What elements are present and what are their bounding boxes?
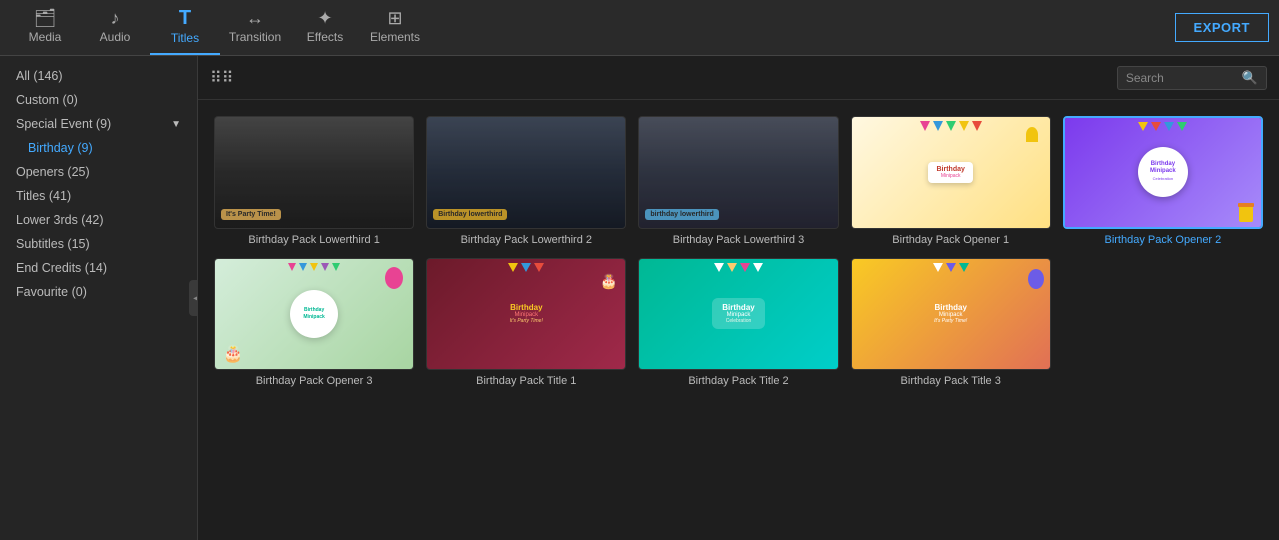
thumbnail-title2: Birthday Minipack Celebration — [638, 258, 838, 371]
grid-item-title1[interactable]: Birthday Minipack It's Party Time! 🎂 Bir… — [426, 258, 626, 388]
transition-icon: ↔ — [246, 9, 264, 27]
sidebar-item-special-event[interactable]: Special Event (9) ▼ — [0, 112, 197, 136]
grid-item-lowerthird3[interactable]: birthday lowerthird Birthday Pack Lowert… — [638, 116, 838, 246]
top-navigation: 🗂 Media ♪ Audio T Titles ↔ Transition ✦ … — [0, 0, 1279, 56]
nav-elements[interactable]: ⊞ Elements — [360, 0, 430, 55]
grid-item-opener2[interactable]: BirthdayMinipackCelebration Birthday Pac… — [1063, 116, 1263, 246]
nav-transition[interactable]: ↔ Transition — [220, 0, 290, 55]
sidebar-item-endcredits[interactable]: End Credits (14) — [0, 256, 197, 280]
chevron-down-icon: ▼ — [171, 119, 181, 130]
content-grid: It's Party Time! Birthday Pack Lowerthir… — [198, 100, 1279, 403]
thumbnail-title1: Birthday Minipack It's Party Time! 🎂 — [426, 258, 626, 371]
grid-item-label-opener2: Birthday Pack Opener 2 — [1063, 234, 1263, 246]
grid-item-label-lowerthird2: Birthday Pack Lowerthird 2 — [426, 234, 626, 246]
nav-audio[interactable]: ♪ Audio — [80, 0, 150, 55]
nav-effects[interactable]: ✦ Effects — [290, 0, 360, 55]
content-area: ⠿⠿ 🔍 It's Party Time! Birthday Pack Lowe… — [198, 56, 1279, 540]
thumbnail-lowerthird2: Birthday lowerthird — [426, 116, 626, 229]
thumbnail-lowerthird3: birthday lowerthird — [638, 116, 838, 229]
export-button[interactable]: EXPORT — [1175, 13, 1269, 42]
nav-titles-label: Titles — [171, 31, 199, 45]
sidebar: All (146) Custom (0) Special Event (9) ▼… — [0, 56, 198, 540]
grid-item-label-opener1: Birthday Pack Opener 1 — [851, 234, 1051, 246]
nav-media-label: Media — [29, 30, 62, 44]
grid-item-label-lowerthird1: Birthday Pack Lowerthird 1 — [214, 234, 414, 246]
main-area: All (146) Custom (0) Special Event (9) ▼… — [0, 56, 1279, 540]
search-icon: 🔍 — [1242, 70, 1258, 86]
sidebar-item-birthday[interactable]: Birthday (9) — [0, 136, 197, 160]
grid-item-label-opener3: Birthday Pack Opener 3 — [214, 375, 414, 387]
nav-media[interactable]: 🗂 Media — [10, 0, 80, 55]
grid-view-button[interactable]: ⠿⠿ — [210, 68, 233, 88]
grid-item-title3[interactable]: Birthday Minipack It's Party Time! Birth… — [851, 258, 1051, 388]
nav-elements-label: Elements — [370, 30, 420, 44]
sidebar-item-custom[interactable]: Custom (0) — [0, 88, 197, 112]
grid-item-label-lowerthird3: Birthday Pack Lowerthird 3 — [638, 234, 838, 246]
media-icon: 🗂 — [34, 9, 57, 27]
thumbnail-title3: Birthday Minipack It's Party Time! — [851, 258, 1051, 371]
content-toolbar: ⠿⠿ 🔍 — [198, 56, 1279, 100]
grid-item-label-title2: Birthday Pack Title 2 — [638, 375, 838, 387]
thumbnail-lowerthird1: It's Party Time! — [214, 116, 414, 229]
sidebar-collapse-handle[interactable]: ◀ — [189, 280, 198, 316]
elements-icon: ⊞ — [387, 9, 402, 27]
sidebar-item-subtitles[interactable]: Subtitles (15) — [0, 232, 197, 256]
grid-item-lowerthird2[interactable]: Birthday lowerthird Birthday Pack Lowert… — [426, 116, 626, 246]
thumbnail-opener2: BirthdayMinipackCelebration — [1063, 116, 1263, 229]
audio-icon: ♪ — [111, 9, 120, 27]
nav-transition-label: Transition — [229, 30, 281, 44]
sidebar-item-openers[interactable]: Openers (25) — [0, 160, 197, 184]
grid-item-lowerthird1[interactable]: It's Party Time! Birthday Pack Lowerthir… — [214, 116, 414, 246]
thumbnail-opener3: BirthdayMinipack 🎂 — [214, 258, 414, 371]
sidebar-item-all[interactable]: All (146) — [0, 64, 197, 88]
search-box: 🔍 — [1117, 66, 1267, 90]
effects-icon: ✦ — [317, 9, 332, 27]
grid-item-label-title1: Birthday Pack Title 1 — [426, 375, 626, 387]
search-input[interactable] — [1126, 71, 1236, 85]
grid-item-label-title3: Birthday Pack Title 3 — [851, 375, 1051, 387]
grid-item-opener3[interactable]: BirthdayMinipack 🎂 Birthday Pack Opener … — [214, 258, 414, 388]
grid-item-opener1[interactable]: Birthday Minipack Birthday Pack Opener 1 — [851, 116, 1051, 246]
nav-effects-label: Effects — [307, 30, 343, 44]
thumbnail-opener1: Birthday Minipack — [851, 116, 1051, 229]
titles-icon: T — [179, 8, 191, 28]
nav-titles[interactable]: T Titles — [150, 0, 220, 55]
sidebar-item-lower3rds[interactable]: Lower 3rds (42) — [0, 208, 197, 232]
sidebar-item-favourite[interactable]: Favourite (0) — [0, 280, 197, 304]
grid-item-title2[interactable]: Birthday Minipack Celebration Birthday P… — [638, 258, 838, 388]
sidebar-item-titles[interactable]: Titles (41) — [0, 184, 197, 208]
nav-audio-label: Audio — [100, 30, 131, 44]
